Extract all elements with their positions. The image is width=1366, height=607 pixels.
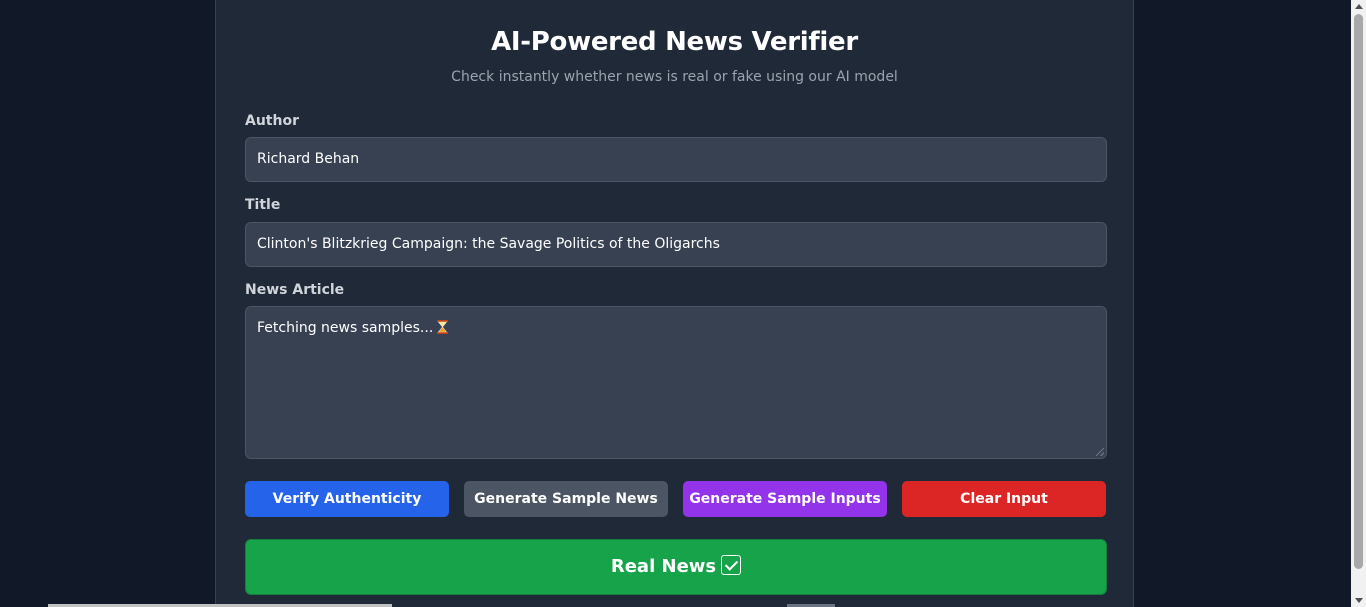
result-label: Real News bbox=[610, 556, 717, 577]
title-label: Title bbox=[245, 197, 281, 213]
page: AI-Powered News Verifier Check instantly… bbox=[0, 0, 1366, 607]
news-article-text: Fetching news samples... bbox=[257, 320, 434, 336]
news-article-label: News Article bbox=[245, 282, 345, 298]
scroll-up-arrow-icon[interactable] bbox=[1355, 4, 1363, 9]
news-article-textarea[interactable]: Fetching news samples... bbox=[245, 306, 1107, 459]
scroll-down-arrow-icon[interactable] bbox=[1355, 598, 1363, 603]
result-banner: Real News bbox=[245, 539, 1107, 595]
author-label: Author bbox=[245, 113, 299, 129]
generate-sample-news-button[interactable]: Generate Sample News bbox=[464, 481, 668, 517]
resize-handle-icon[interactable] bbox=[1096, 448, 1104, 456]
verify-authenticity-button[interactable]: Verify Authenticity bbox=[245, 481, 449, 517]
page-subtitle: Check instantly whether news is real or … bbox=[451, 69, 898, 85]
title-input[interactable]: Clinton's Blitzkrieg Campaign: the Savag… bbox=[245, 222, 1107, 267]
verifier-card: AI-Powered News Verifier Check instantly… bbox=[215, 0, 1134, 607]
clear-input-button[interactable]: Clear Input bbox=[902, 481, 1106, 517]
scrollbar-thumb[interactable] bbox=[1354, 14, 1363, 569]
generate-sample-inputs-button[interactable]: Generate Sample Inputs bbox=[683, 481, 887, 517]
page-title: AI-Powered News Verifier bbox=[491, 27, 858, 57]
check-mark-icon bbox=[721, 555, 742, 575]
vertical-scrollbar[interactable] bbox=[1351, 0, 1366, 607]
hourglass-icon bbox=[437, 320, 449, 338]
author-input[interactable]: Richard Behan bbox=[245, 137, 1107, 182]
